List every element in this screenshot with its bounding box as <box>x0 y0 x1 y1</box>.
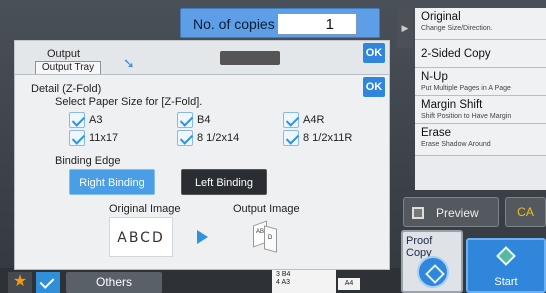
output-tray-field[interactable]: Output Tray <box>35 61 101 75</box>
check-icon[interactable] <box>36 272 60 293</box>
left-binding-button[interactable]: Left Binding <box>181 169 267 195</box>
tray-row: 4 A3 <box>276 279 291 286</box>
checkbox-label: B4 <box>197 114 211 126</box>
flow-arrow-icon <box>197 230 208 244</box>
z-fold-detail-dialog: Detail (Z-Fold) Select Paper Size for [Z… <box>14 74 390 270</box>
menu-item-original[interactable]: Original Change Size/Direction. <box>415 8 546 40</box>
menu-item-2-sided-copy[interactable]: 2-Sided Copy <box>415 40 546 68</box>
dialog-ok-button[interactable]: OK <box>363 77 385 97</box>
output-ok-button[interactable]: OK <box>363 43 385 63</box>
output-page-text: AB <box>256 229 265 235</box>
preview-button[interactable]: Preview <box>403 197 499 227</box>
tray-row: 3 B4 <box>276 271 291 278</box>
proof-copy-icon <box>417 256 449 288</box>
expand-panel-icon[interactable]: ▶ <box>397 8 413 48</box>
output-page-text: D <box>268 235 273 241</box>
checkbox-label: 11x17 <box>89 132 119 144</box>
output-image-preview: AB D <box>251 219 281 255</box>
original-image-label: Original Image <box>109 203 181 215</box>
checkbox-check-icon <box>283 130 299 146</box>
start-button[interactable]: Start <box>466 238 546 293</box>
start-label: Start <box>494 276 518 288</box>
output-image-label: Output Image <box>233 203 300 215</box>
menu-item-subtitle: Erase Shadow Around <box>421 141 491 148</box>
tray-info: 3 B4 4 A3 <box>272 270 336 293</box>
machine-icon <box>220 51 280 65</box>
menu-item-erase[interactable]: Erase Erase Shadow Around <box>415 124 546 156</box>
proof-copy-button[interactable]: Proof Copy <box>401 230 463 293</box>
start-icon <box>496 246 516 266</box>
binding-edge-label: Binding Edge <box>55 155 121 167</box>
menu-item-subtitle: Change Size/Direction. <box>421 25 493 32</box>
output-arrow-icon: ➘ <box>123 55 135 71</box>
menu-item-subtitle: Put Multiple Pages in A Page <box>421 85 511 92</box>
checkbox-label: 8 1/2x14 <box>197 132 240 144</box>
menu-item-title: Margin Shift <box>421 99 483 111</box>
original-image-preview: ABCD <box>109 217 173 257</box>
checkbox-label: A3 <box>89 114 103 126</box>
right-binding-button[interactable]: Right Binding <box>69 169 155 195</box>
checkbox-check-icon <box>283 112 299 128</box>
tray-size-label: A4 <box>338 278 360 290</box>
preview-label: Preview <box>436 206 479 220</box>
copies-bar: No. of copies 1 <box>180 8 380 38</box>
clear-all-button[interactable]: CA <box>505 197 546 227</box>
output-label: Output <box>47 48 81 60</box>
checkbox-label: A4R <box>303 114 325 126</box>
favorite-star-icon[interactable]: ★ <box>8 272 32 293</box>
menu-item-title: N-Up <box>421 71 448 83</box>
preview-icon <box>412 207 424 219</box>
dialog-subtitle: Select Paper Size for [Z-Fold]. <box>55 96 203 108</box>
others-button[interactable]: Others <box>66 272 162 293</box>
menu-item-title: Original <box>421 11 461 23</box>
checkbox-check-icon <box>177 112 193 128</box>
dialog-title: Detail (Z-Fold) <box>31 83 102 95</box>
checkbox-check-icon <box>69 112 85 128</box>
menu-item-title: Erase <box>421 127 452 139</box>
menu-blank-area <box>415 156 546 190</box>
menu-item-title: 2-Sided Copy <box>421 48 491 60</box>
checkbox-check-icon <box>177 130 193 146</box>
menu-item-subtitle: Shift Position to Have Margin <box>421 113 512 120</box>
copies-input[interactable]: 1 <box>277 13 357 35</box>
checkbox-check-icon <box>69 130 85 146</box>
menu-item-n-up[interactable]: N-Up Put Multiple Pages in A Page <box>415 68 546 96</box>
checkbox-label: 8 1/2x11R <box>303 132 353 144</box>
copies-label: No. of copies <box>193 16 275 32</box>
menu-item-margin-shift[interactable]: Margin Shift Shift Position to Have Marg… <box>415 96 546 124</box>
